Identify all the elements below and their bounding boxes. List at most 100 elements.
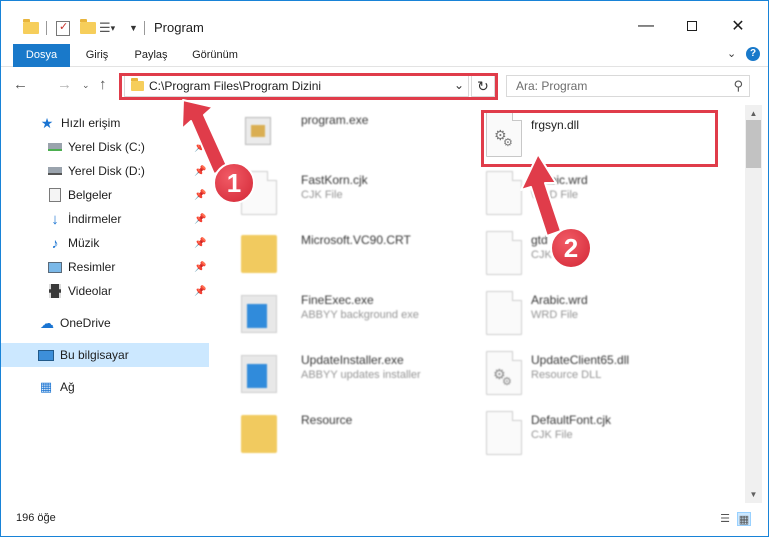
file-name: DefaultFont.cjk [531, 413, 612, 427]
large-icons-view-icon[interactable]: ▦ [737, 512, 751, 526]
sidebar-item-this-pc[interactable]: Bu bilgisayar [1, 343, 209, 367]
pin-icon[interactable]: 📌 [194, 262, 206, 273]
file-name: UpdateClient65.dll [531, 353, 630, 367]
file-item[interactable]: gtd CJK [466, 229, 696, 285]
sidebar-item-label: Bu bilgisayar [60, 348, 129, 362]
sidebar-item-quick-access[interactable]: ★ Hızlı erişim [1, 111, 209, 135]
quick-access-dropdown-icon[interactable]: ▼ [129, 19, 138, 37]
cloud-icon: ☁ [40, 314, 54, 331]
quick-access-separator [46, 21, 47, 35]
file-name: program.exe [301, 113, 369, 127]
sidebar-item-label: Videolar [68, 284, 112, 298]
file-item[interactable]: ⚙ ⚙ UpdateClient65.dll Resource DLL [466, 349, 696, 405]
sidebar-item-label: OneDrive [60, 316, 111, 330]
sidebar-item-onedrive[interactable]: ☁ OneDrive [1, 311, 209, 335]
sidebar-item-videos[interactable]: Videolar 📌 [1, 279, 209, 303]
navigation-pane: ★ Hızlı erişim Yerel Disk (C:) 📌 Yerel D… [1, 105, 209, 505]
file-item[interactable]: Arabic.wrd WRD File [466, 289, 696, 345]
file-name: FastKorn.cjk [301, 173, 368, 187]
document-icon [486, 231, 522, 275]
sidebar-item-music[interactable]: ♪ Müzik 📌 [1, 231, 209, 255]
close-button[interactable]: ✕ [715, 11, 761, 41]
pin-icon[interactable]: 📌 [194, 238, 206, 249]
properties-icon[interactable] [56, 19, 70, 37]
folder-icon [241, 235, 277, 273]
file-type: ABBYY background exe [301, 309, 419, 321]
computer-icon [38, 347, 54, 363]
document-icon [241, 171, 277, 215]
scroll-down-icon[interactable]: ▼ [745, 486, 762, 503]
tab-file[interactable]: Dosya [13, 44, 70, 67]
forward-arrow-icon: → [57, 76, 72, 93]
sidebar-item-pictures[interactable]: Resimler 📌 [1, 255, 209, 279]
pin-icon[interactable]: 📌 [194, 142, 206, 153]
file-item[interactable]: Arabic.wrd WRD File [466, 169, 696, 225]
new-folder-icon[interactable] [80, 19, 96, 37]
file-item[interactable]: Microsoft.VC90.CRT [221, 229, 451, 285]
sidebar-item-local-disk-c[interactable]: Yerel Disk (C:) 📌 [1, 135, 209, 159]
maximize-icon [687, 21, 697, 31]
tab-share[interactable]: Paylaş [131, 44, 171, 67]
maximize-button[interactable] [669, 11, 715, 41]
folder-icon [23, 19, 39, 37]
sidebar-item-label: Belgeler [68, 188, 113, 202]
back-button[interactable]: ← [13, 76, 28, 93]
search-box[interactable]: Ara: Program ⚲ [506, 75, 750, 97]
pin-icon[interactable]: 📌 [194, 214, 206, 225]
document-icon [486, 291, 522, 335]
pin-icon[interactable]: 📌 [194, 166, 206, 177]
sidebar-item-documents[interactable]: Belgeler 📌 [1, 183, 209, 207]
explorer-window: ☰▾ ▼ Program — ✕ Dosya Giriş Paylaş Görü… [0, 0, 769, 537]
vertical-scrollbar[interactable]: ▲ ▼ [745, 105, 762, 503]
title-separator [144, 21, 145, 35]
forward-button[interactable]: → [57, 76, 72, 93]
sidebar-item-label: Yerel Disk (C:) [68, 140, 145, 154]
search-placeholder: Ara: Program [516, 79, 588, 93]
sidebar-item-local-disk-d[interactable]: Yerel Disk (D:) 📌 [1, 159, 209, 183]
pictures-icon [47, 259, 63, 275]
file-type: WRD File [531, 309, 579, 321]
sidebar-item-label: Ağ [60, 380, 75, 394]
sidebar-item-label: Yerel Disk (D:) [68, 164, 145, 178]
file-type: WRD File [531, 189, 579, 201]
help-icon[interactable]: ? [746, 47, 760, 61]
tab-home[interactable]: Giriş [81, 44, 113, 67]
file-name: Arabic.wrd [531, 173, 588, 187]
file-type: Resource DLL [531, 369, 602, 381]
expand-ribbon-icon[interactable]: ⌄ [727, 47, 736, 60]
file-item[interactable]: DefaultFont.cjk CJK File [466, 409, 696, 465]
pin-icon[interactable]: 📌 [194, 190, 206, 201]
music-icon: ♪ [51, 235, 59, 251]
scroll-thumb[interactable] [746, 120, 761, 168]
file-item[interactable]: Resource [221, 409, 451, 465]
title-bar: ☰▾ ▼ Program — ✕ [1, 1, 768, 41]
drive-icon [47, 139, 63, 155]
sidebar-item-label: Resimler [68, 260, 116, 274]
file-item[interactable]: FastKorn.cjk CJK File [221, 169, 451, 225]
up-button[interactable]: ↑ [99, 76, 107, 93]
sidebar-item-label: Müzik [68, 236, 100, 250]
recent-locations-button[interactable]: ⌄ [82, 80, 90, 91]
details-view-icon[interactable]: ☰ [718, 512, 732, 526]
sidebar-item-downloads[interactable]: ↓ İndirmeler 📌 [1, 207, 209, 231]
pin-icon[interactable]: 📌 [194, 286, 206, 297]
chevron-down-icon: ⌄ [82, 80, 90, 90]
exe-icon [241, 295, 277, 333]
file-type: ABBYY updates installer [301, 369, 421, 381]
address-highlight-box [119, 73, 498, 100]
star-icon: ★ [40, 114, 54, 131]
file-item[interactable]: FineExec.exe ABBYY background exe [221, 289, 451, 345]
customize-view-icon[interactable]: ☰ ▾ [99, 19, 115, 37]
file-name: UpdateInstaller.exe [301, 353, 404, 367]
documents-icon [47, 187, 63, 203]
sidebar-item-network[interactable]: ▦ Ağ [1, 375, 209, 399]
back-arrow-icon: ← [13, 76, 28, 93]
minimize-button[interactable]: — [623, 11, 669, 41]
file-type: CJK File [531, 429, 573, 441]
file-item[interactable]: program.exe [221, 109, 451, 165]
item-count: 196 öğe [16, 512, 56, 524]
file-name: gtd [531, 233, 548, 247]
file-item[interactable]: UpdateInstaller.exe ABBYY updates instal… [221, 349, 451, 405]
up-arrow-icon: ↑ [99, 76, 107, 93]
tab-view[interactable]: Görünüm [189, 44, 241, 67]
